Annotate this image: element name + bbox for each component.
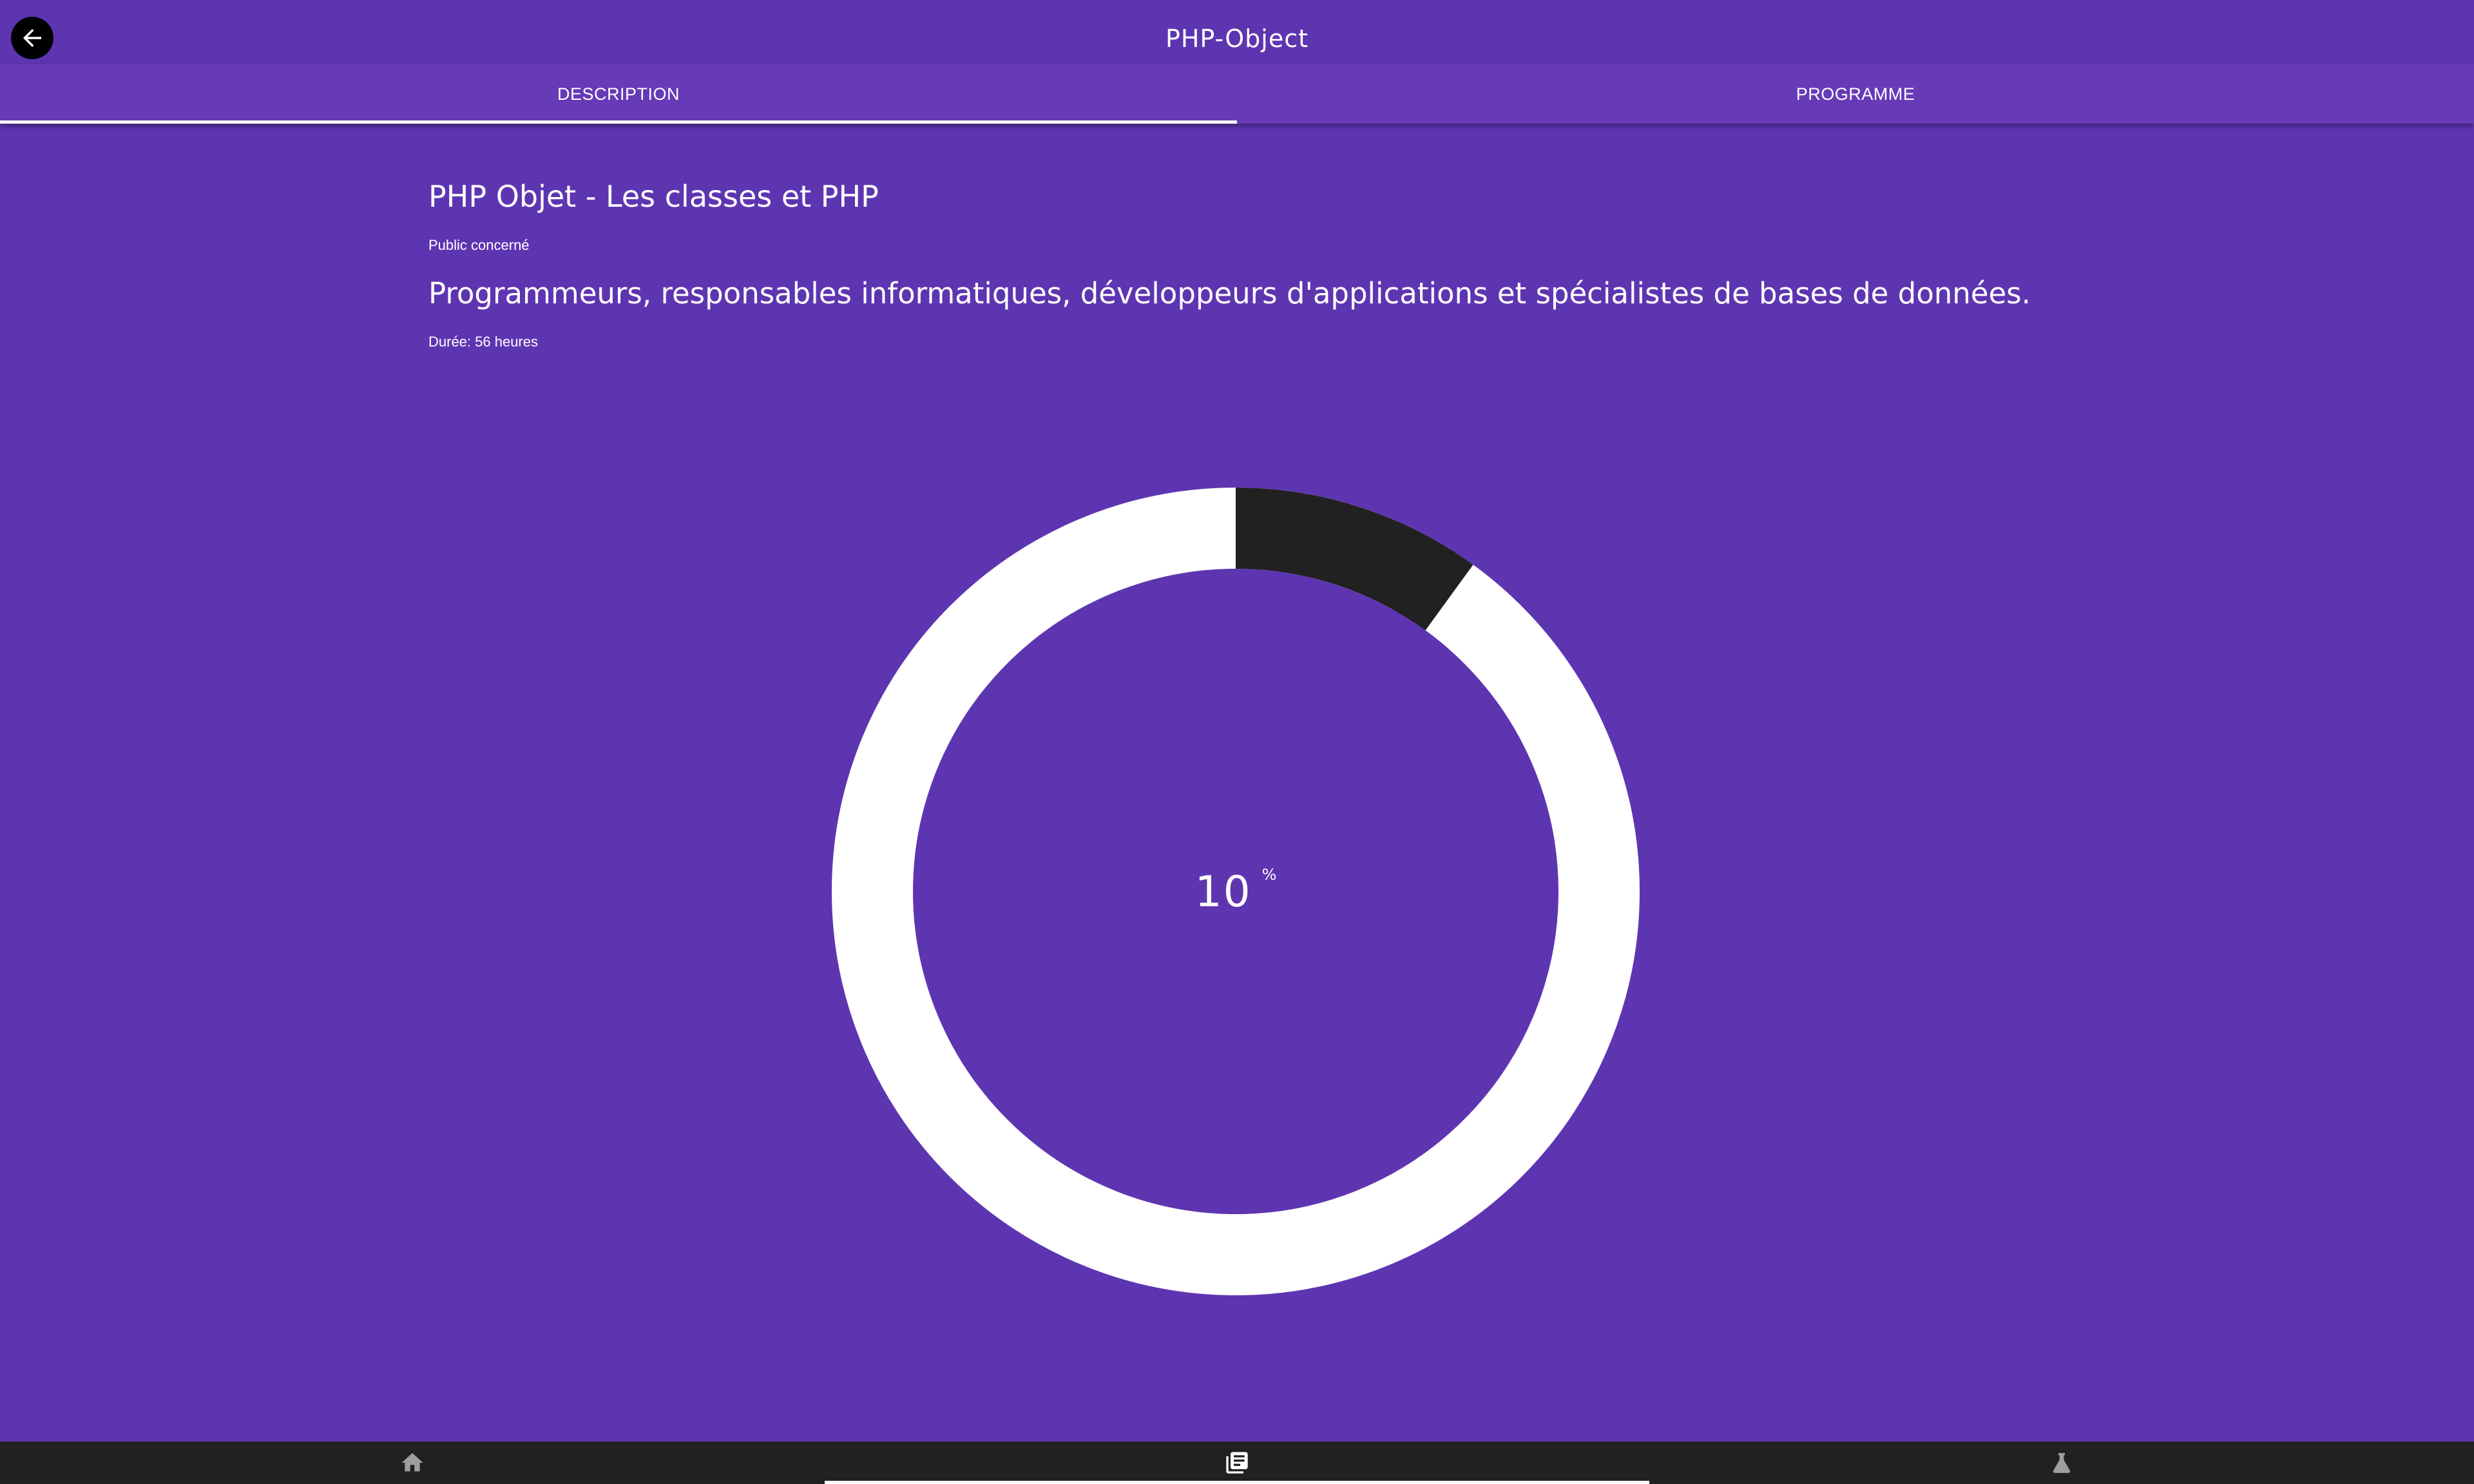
nav-lab[interactable] (1649, 1441, 2474, 1484)
library-books-icon (1226, 1452, 1248, 1474)
nav-home[interactable] (0, 1441, 825, 1484)
tab-programme[interactable]: PROGRAMME (1237, 64, 2474, 124)
nav-active-indicator (825, 1481, 1649, 1484)
bottom-navigation (0, 1441, 2474, 1484)
progress-label: 10 % (832, 488, 1640, 1295)
description-content: PHP Objet - Les classes et PHP Public co… (428, 174, 2104, 352)
flask-icon (2053, 1453, 2071, 1473)
progress-unit: % (1261, 866, 1277, 884)
tab-description-label: DESCRIPTION (557, 84, 680, 104)
tab-description[interactable]: DESCRIPTION (0, 64, 1237, 124)
arrow-back-icon (23, 29, 41, 47)
progress-value: 10 (1194, 866, 1252, 917)
duration-text: Durée: 56 heures (428, 334, 538, 350)
tab-bar: DESCRIPTION PROGRAMME (0, 64, 2474, 124)
back-button[interactable] (11, 17, 53, 59)
home-icon (401, 1453, 423, 1472)
nav-library[interactable] (825, 1441, 1649, 1484)
audience-label: Public concerné (428, 237, 530, 253)
progress-donut: 10 % (832, 488, 1640, 1295)
app-bar: PHP-Object (0, 0, 2474, 64)
tab-programme-label: PROGRAMME (1796, 84, 1915, 104)
course-title: PHP Objet - Les classes et PHP (428, 179, 879, 214)
audience-text: Programmeurs, responsables informatiques… (428, 276, 2031, 310)
app-screen: PHP-Object DESCRIPTION PROGRAMME PHP Obj… (0, 0, 2474, 1484)
tab-active-indicator (0, 120, 1237, 124)
